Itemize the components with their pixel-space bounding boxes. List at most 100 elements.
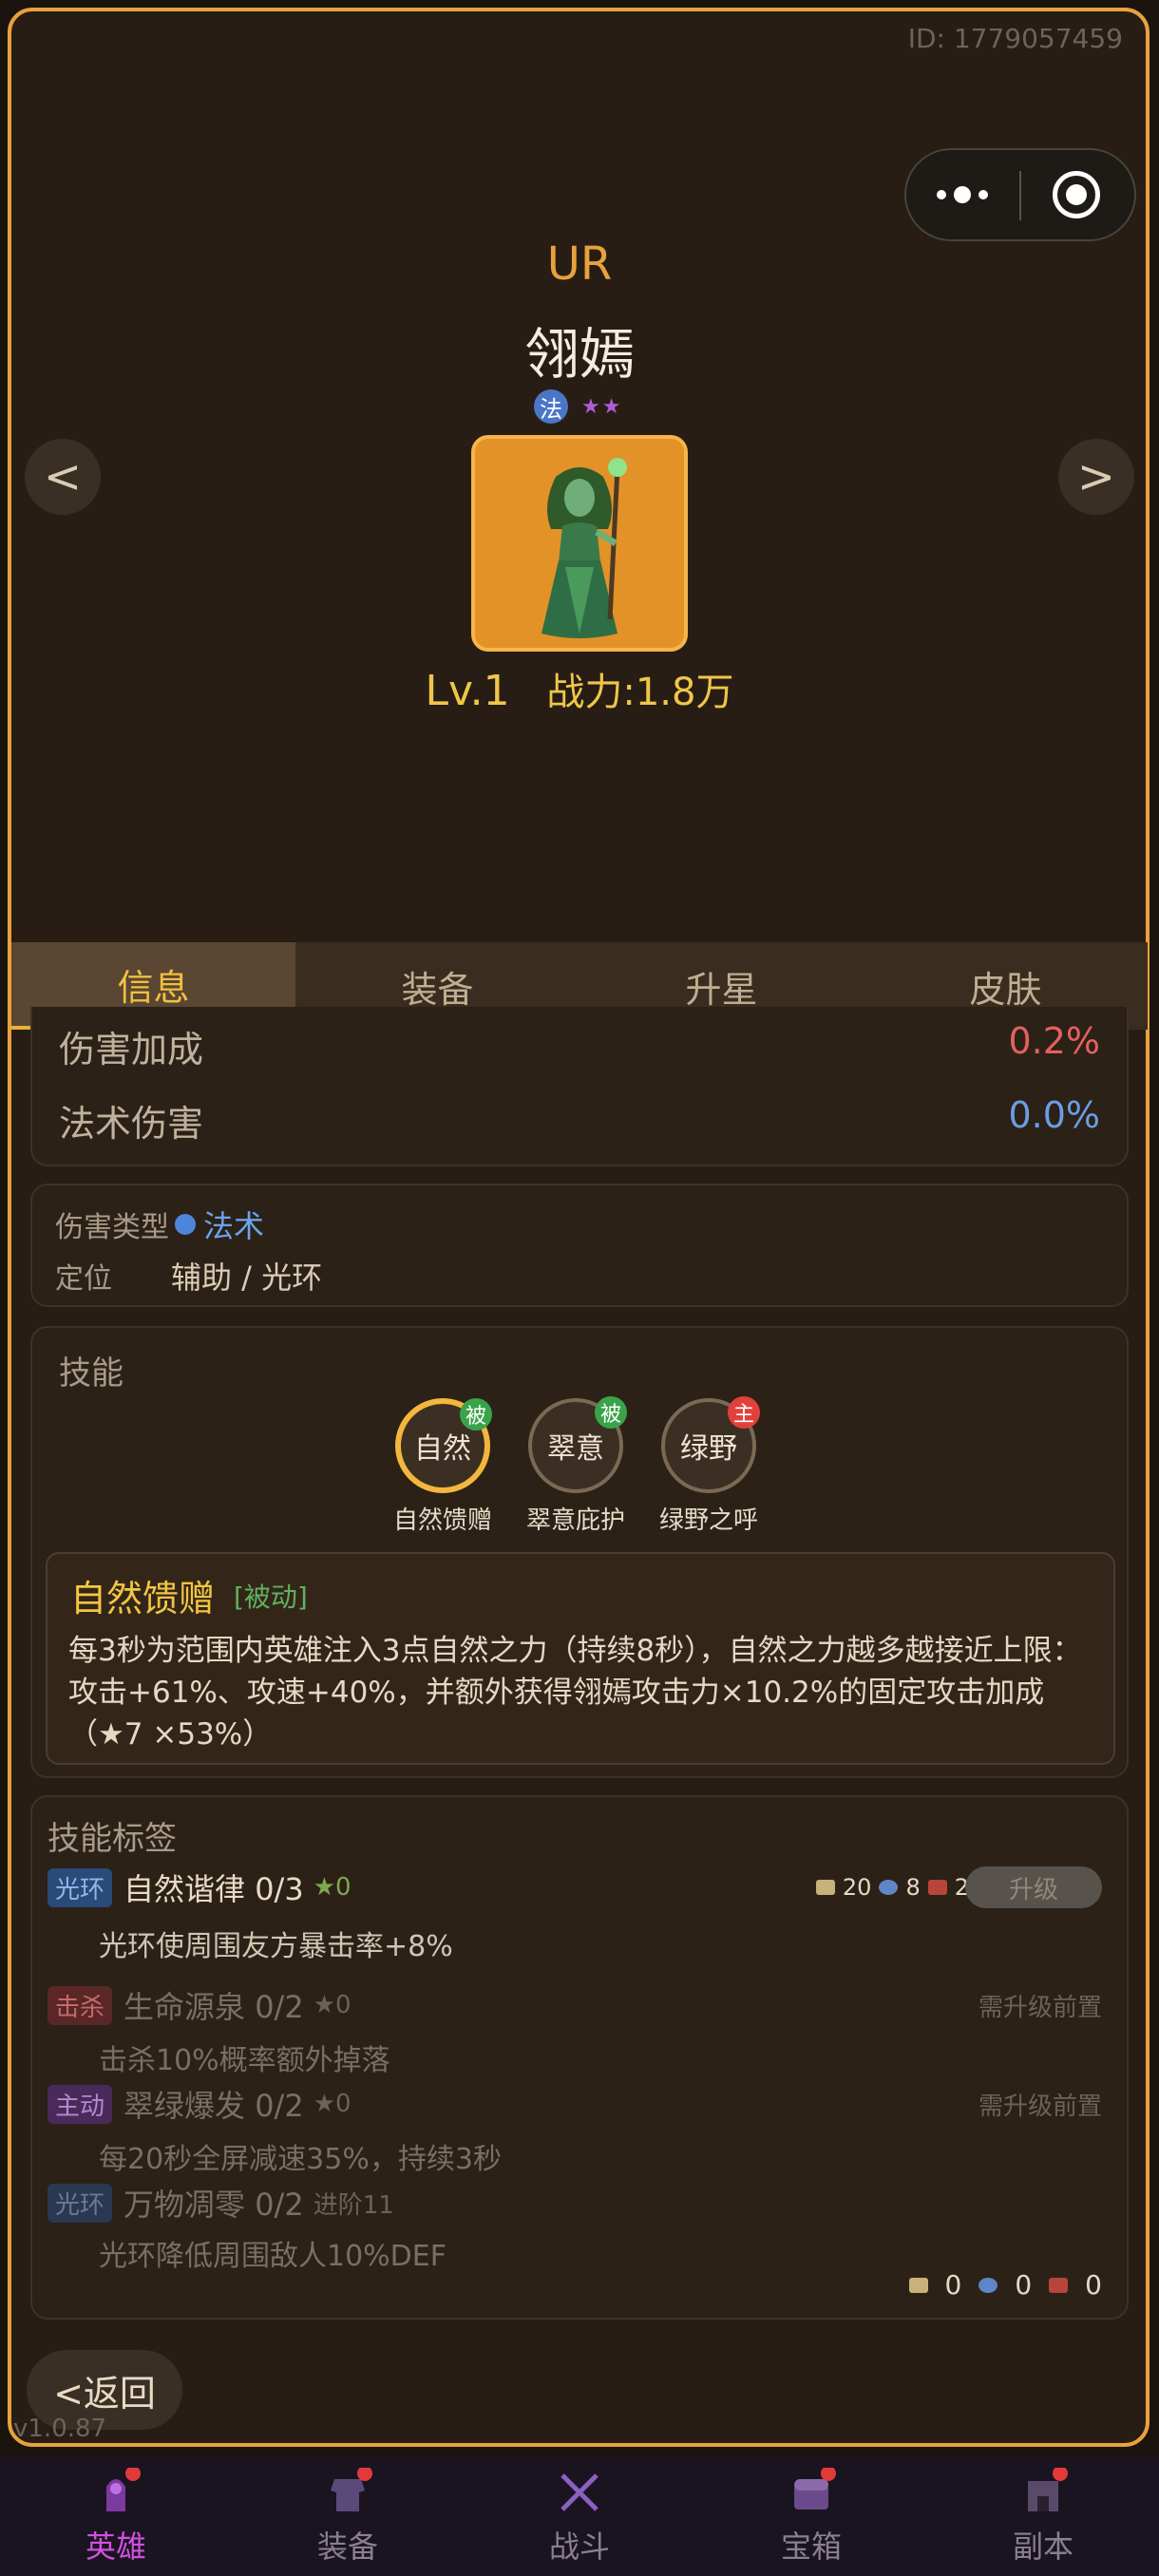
nav-label: 战斗 <box>548 2529 610 2565</box>
stats-panel: 伤害加成 0.2% 法术伤害 0.0% <box>30 1007 1129 1166</box>
skill-tag-desc: 击杀10%概率额外掉落 <box>99 2044 390 2077</box>
passive-tag-icon: 被 <box>460 1398 492 1430</box>
cost-value: 8 <box>905 1874 921 1901</box>
skill-detail-kind: [被动] <box>234 1582 308 1613</box>
skill-item[interactable]: 绿野 主 绿野之呼 <box>659 1396 760 1536</box>
ore-icon <box>978 2277 998 2293</box>
book-icon <box>1049 2277 1069 2293</box>
skill-icon[interactable]: 绿野 主 <box>661 1396 760 1493</box>
cost-value: 20 <box>842 1874 872 1901</box>
hero-portrait <box>471 435 688 652</box>
hero-name: 翎嫣 <box>523 322 635 387</box>
active-tag-icon: 主 <box>728 1396 760 1429</box>
bottom-navbar: 英雄 装备 战斗 宝箱 副本 <box>0 2456 1159 2576</box>
stat-value: 0.0% <box>1008 1094 1100 1136</box>
upgrade-costs: 20 8 2 <box>815 1874 969 1901</box>
stat-label: 伤害加成 <box>59 1029 204 1070</box>
skill-tag-name: 万物凋零 0/2 <box>124 2187 304 2223</box>
nav-label: 英雄 <box>85 2529 146 2565</box>
skill-icon[interactable]: 自然 被 <box>395 1398 492 1493</box>
total-value: 0 <box>944 2269 962 2301</box>
skill-detail-text: 每3秒为范围内英雄注入3点自然之力（持续8秒），自然之力越多越接近上限：攻击+6… <box>68 1634 1082 1752</box>
star-rating: ★★ <box>581 394 623 419</box>
skill-tag-name: 生命源泉 0/2 <box>124 1989 304 2025</box>
scroll-icon <box>908 2277 928 2293</box>
skill-tag-star: ★0 <box>313 2090 352 2118</box>
nav-heroes[interactable]: 英雄 <box>0 2456 232 2576</box>
skill-tag-desc: 每20秒全屏减速35%，持续3秒 <box>99 2143 502 2176</box>
damage-type-row: 伤害类型 法术 <box>55 1203 264 1246</box>
stat-row: 伤害加成 0.2% <box>59 1020 1100 1072</box>
skill-icon[interactable]: 翠意 被 <box>528 1396 627 1493</box>
crossed-swords-icon <box>560 2473 598 2511</box>
skill-detail-box: 自然馈赠 [被动] 每3秒为范围内英雄注入3点自然之力（持续8秒），自然之力越多… <box>46 1552 1115 1765</box>
mini-program-capsule <box>904 148 1136 241</box>
damage-type-panel: 伤害类型 法术 定位 辅助 / 光环 <box>30 1184 1129 1307</box>
skill-tag-row: 光环 自然谐律 0/3 ★0 20 8 2 升级 <box>48 1866 1112 1909</box>
stat-row: 法术伤害 0.0% <box>59 1094 1100 1146</box>
hero-figure-icon <box>475 439 684 648</box>
hero-icon <box>106 2468 141 2511</box>
requirement-note: 需升级前置 <box>978 1993 1102 2022</box>
skill-icon-text: 翠意 <box>547 1432 604 1466</box>
upgrade-button[interactable]: 升级 <box>965 1866 1102 1908</box>
nav-equipment[interactable]: 装备 <box>232 2456 464 2576</box>
hero-rarity: UR <box>546 237 613 291</box>
skill-tag-star: ★0 <box>313 1873 352 1902</box>
skill-name: 翠意庇护 <box>525 1506 625 1535</box>
damage-type-label: 伤害类型 <box>55 1211 169 1244</box>
skill-tag-name: 翠绿爆发 0/2 <box>124 2088 304 2124</box>
stat-value: 0.2% <box>1008 1020 1100 1062</box>
aura-chip: 光环 <box>48 2183 113 2223</box>
skill-tag-row: 主动 翠绿爆发 0/2 ★0 需升级前置 <box>48 2082 1112 2126</box>
capsule-divider <box>1019 171 1021 220</box>
castle-icon <box>1028 2468 1068 2511</box>
skill-tag-star: ★0 <box>313 1991 352 2019</box>
kill-chip: 击杀 <box>48 1985 113 2025</box>
skill-tags-title: 技能标签 <box>48 1820 177 1858</box>
skills-panel: 技能 自然 被 自然馈赠 翠意 被 翠意庇护 绿野 主 绿野之呼 自然馈赠 [被… <box>30 1326 1129 1778</box>
ore-icon <box>879 1880 899 1895</box>
book-icon <box>927 1880 947 1895</box>
nav-dungeon[interactable]: 副本 <box>927 2456 1159 2576</box>
skill-icon-list: 自然 被 自然馈赠 翠意 被 翠意庇护 绿野 主 绿野之呼 <box>393 1396 760 1536</box>
nav-label: 装备 <box>316 2529 378 2565</box>
skill-tag-name: 自然谐律 0/3 <box>124 1871 304 1907</box>
role-row: 定位 辅助 / 光环 <box>55 1254 322 1297</box>
nav-battle[interactable]: 战斗 <box>464 2456 695 2576</box>
damage-type-value: 法术 <box>203 1208 265 1244</box>
next-hero-button[interactable]: > <box>1058 439 1134 515</box>
level-power-row: Lv.1 战力:1.8万 <box>0 661 1159 716</box>
nav-label: 宝箱 <box>780 2529 842 2565</box>
skill-icon-text: 绿野 <box>680 1432 737 1466</box>
nav-chest[interactable]: 宝箱 <box>695 2456 927 2576</box>
skill-item[interactable]: 自然 被 自然馈赠 <box>393 1398 492 1536</box>
skill-tag-desc: 光环降低周围敌人10%DEF <box>99 2240 446 2273</box>
skill-name: 绿野之呼 <box>658 1506 758 1535</box>
role-value: 辅助 / 光环 <box>171 1260 323 1296</box>
requirement-note: 需升级前置 <box>978 2092 1102 2121</box>
hero-level: Lv.1 <box>425 667 510 715</box>
armor-icon <box>331 2468 372 2511</box>
passive-tag-icon: 被 <box>595 1396 627 1429</box>
total-value: 0 <box>1015 2269 1033 2301</box>
skill-tag-star: 进阶11 <box>313 2190 394 2220</box>
skill-tag-row: 击杀 生命源泉 0/2 ★0 需升级前置 <box>48 1983 1112 2027</box>
hero-class-row: 法 ★★ <box>534 389 622 424</box>
prev-hero-button[interactable]: < <box>25 439 101 515</box>
player-id: ID: 1779057459 <box>907 23 1123 54</box>
role-label: 定位 <box>55 1262 112 1296</box>
skills-title: 技能 <box>59 1354 124 1392</box>
resource-totals: 0 0 0 <box>908 2269 1102 2301</box>
skill-tag-row: 光环 万物凋零 0/2 进阶11 <box>48 2181 1112 2225</box>
total-value: 0 <box>1085 2269 1102 2301</box>
more-menu-icon[interactable] <box>906 150 1018 239</box>
skill-tags-panel: 技能标签 光环 自然谐律 0/3 ★0 20 8 2 升级 光环使周围友方暴击率… <box>30 1795 1129 2320</box>
hero-power: 战力:1.8万 <box>546 671 734 714</box>
skill-item[interactable]: 翠意 被 翠意庇护 <box>526 1396 627 1536</box>
close-target-icon[interactable] <box>1053 171 1100 218</box>
version-label: v1.0.87 <box>13 2415 107 2443</box>
magic-dot-icon <box>175 1214 196 1235</box>
scroll-icon <box>815 1880 835 1895</box>
nav-label: 副本 <box>1012 2529 1074 2565</box>
